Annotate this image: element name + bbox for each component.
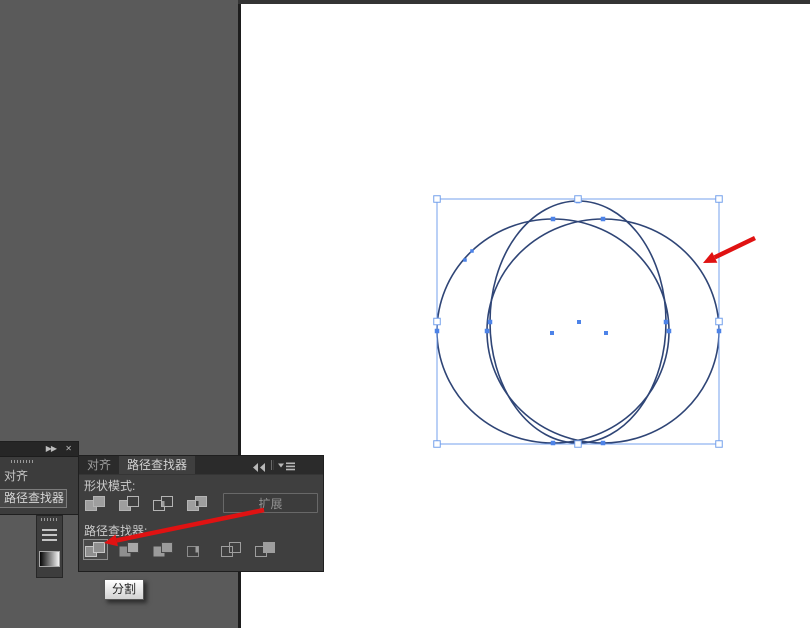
merge-icon	[153, 541, 174, 558]
intersect-icon	[153, 495, 174, 512]
intersect-button[interactable]	[151, 493, 176, 514]
outline-icon	[221, 541, 242, 558]
divide-icon	[85, 541, 106, 558]
divide-tooltip: 分割	[104, 579, 144, 600]
merge-button[interactable]	[151, 539, 176, 560]
expand-panels-icon[interactable]: ▶▶	[46, 444, 56, 454]
shape-modes-label: 形状模式:	[84, 477, 135, 494]
crop-button[interactable]	[185, 539, 210, 560]
divide-button[interactable]	[83, 539, 108, 560]
tabbar-separator	[271, 460, 274, 470]
crop-icon	[187, 541, 208, 558]
minus-front-button[interactable]	[117, 493, 142, 514]
artboard-canvas[interactable]	[241, 4, 810, 628]
minus-back-icon	[255, 541, 276, 558]
outline-button[interactable]	[219, 539, 244, 560]
pathfinder-panel: 对齐 路径查找器 形状模式: 扩展 路径查找器:	[78, 455, 324, 572]
expand-button[interactable]: 扩展	[223, 493, 318, 513]
floating-panel: ▶▶ ✕ 对齐 路径查找器	[0, 441, 79, 515]
panel-dock	[36, 515, 63, 578]
trim-button[interactable]	[117, 539, 142, 560]
exclude-button[interactable]	[185, 493, 210, 514]
close-icon[interactable]: ✕	[65, 444, 72, 454]
floating-panel-header: ▶▶ ✕	[0, 442, 78, 457]
gradient-icon	[39, 551, 60, 567]
trim-icon	[119, 541, 140, 558]
stroke-lines-icon	[42, 529, 57, 541]
gradient-panel-button[interactable]	[39, 544, 60, 567]
minus-back-button[interactable]	[253, 539, 278, 560]
minus-front-icon	[119, 495, 140, 512]
panel-tab-align[interactable]: 对齐	[0, 469, 78, 484]
panel-menu-icon[interactable]	[278, 460, 295, 474]
stroke-panel-button[interactable]	[42, 521, 57, 544]
shape-mode-buttons	[83, 493, 210, 514]
panel-tab-pathfinder[interactable]: 路径查找器	[0, 489, 67, 508]
unite-icon	[85, 495, 106, 512]
unite-button[interactable]	[83, 493, 108, 514]
tab-pathfinder[interactable]: 路径查找器	[119, 456, 195, 474]
drag-handle-dots[interactable]	[11, 460, 33, 463]
collapse-panel-icon[interactable]	[253, 461, 266, 475]
pathfinder-section-label: 路径查找器:	[84, 522, 147, 539]
pathfinder-tabbar: 对齐 路径查找器	[79, 456, 323, 475]
pathfinder-buttons	[83, 539, 278, 560]
tab-align[interactable]: 对齐	[79, 456, 119, 474]
exclude-icon	[187, 495, 208, 512]
